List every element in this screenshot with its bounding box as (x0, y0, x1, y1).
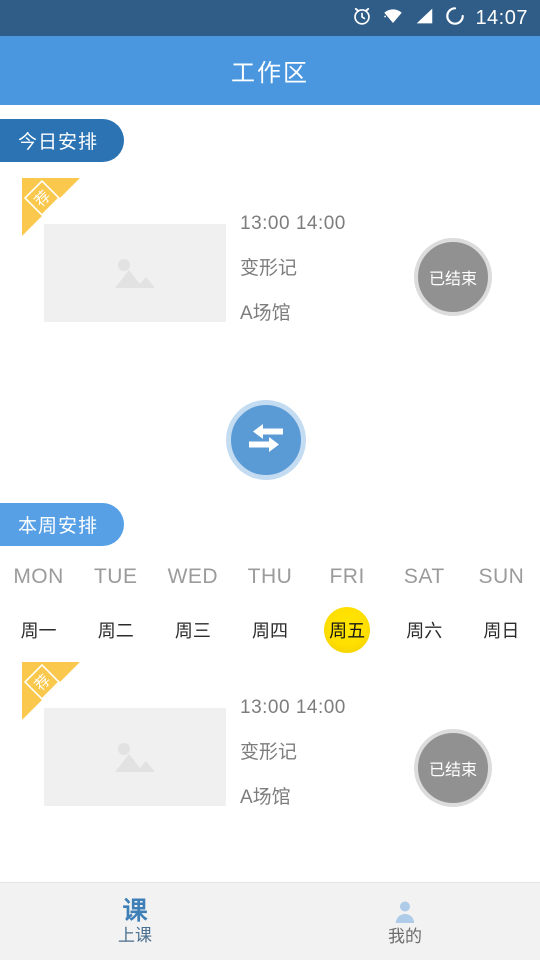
event-title: 变形记 (240, 742, 298, 763)
status-badge-label: 已结束 (428, 762, 477, 779)
weekday-cn-2[interactable]: 周二 (77, 607, 154, 653)
weekday-cn-6[interactable]: 周六 (386, 607, 463, 653)
weekday-en-label: WED (167, 565, 219, 588)
weekday-cn-label[interactable]: 周日 (478, 607, 524, 653)
weekday-cn-label[interactable]: 周四 (247, 607, 293, 653)
weekday-selected[interactable]: 周五 (324, 607, 371, 653)
signal-icon (413, 5, 435, 32)
weekday-cn-label[interactable]: 周三 (170, 607, 216, 653)
event-venue: A场馆 (240, 787, 291, 808)
event-time: 13:00 14:00 (240, 213, 346, 234)
bottom-navigation: 课 上课 我的 (0, 882, 540, 960)
today-event-info: 13:00 14:00 变形记 A场馆 (240, 214, 346, 323)
weekday-en-sun: SUN (463, 565, 540, 589)
section-header-today-label: 今日安排 (18, 132, 99, 153)
sync-icon (444, 5, 466, 32)
event-thumbnail (44, 708, 226, 806)
weekday-cn-5[interactable]: 周五 (309, 607, 386, 653)
weekday-en-label: TUE (93, 565, 138, 588)
today-event-status-badge[interactable]: 已结束 (414, 238, 492, 316)
section-header-week-label: 本周安排 (18, 516, 99, 537)
event-title: 变形记 (240, 258, 298, 279)
weekday-cn-7[interactable]: 周日 (463, 607, 540, 653)
week-event-status-badge[interactable]: 已结束 (414, 729, 492, 807)
weekday-en-sat: SAT (386, 565, 463, 589)
status-bar: 14:07 (0, 0, 540, 36)
status-bar-clock: 14:07 (475, 7, 528, 29)
weekday-cn-1[interactable]: 周一 (0, 607, 77, 653)
person-icon (392, 899, 418, 925)
weekday-en-wed: WED (154, 565, 231, 589)
class-icon: 课 (122, 897, 148, 925)
nav-item-profile[interactable]: 我的 (270, 883, 540, 960)
weekday-row-chinese: 周一 周二 周三 周四 周五 周六 周日 (0, 607, 540, 653)
weekday-row-english: MON TUE WED THU FRI SAT SUN (0, 565, 540, 589)
swap-arrows-icon (245, 421, 287, 460)
app-bar: 工作区 (0, 36, 540, 105)
weekday-en-label: FRI (329, 565, 365, 588)
weekday-en-label: SUN (478, 565, 525, 588)
alarm-icon (351, 5, 373, 32)
weekday-cn-label[interactable]: 周一 (16, 607, 62, 653)
swap-schedule-button[interactable] (226, 400, 306, 480)
wifi-icon (382, 5, 404, 32)
event-venue: A场馆 (240, 303, 291, 324)
weekday-en-label: SAT (403, 565, 445, 588)
nav-item-classes-label: 上课 (118, 926, 152, 945)
weekday-en-mon: MON (0, 565, 77, 589)
page-title: 工作区 (231, 60, 309, 87)
weekday-en-fri: FRI (309, 565, 386, 589)
weekday-en-label: THU (247, 565, 293, 588)
section-header-today: 今日安排 (0, 119, 125, 162)
app-root: 14:07 工作区 今日安排 荐 13:00 14:00 变形记 A场馆 已结束… (0, 0, 540, 960)
weekday-en-label: MON (13, 565, 64, 588)
section-header-week: 本周安排 (0, 503, 125, 546)
weekday-cn-4[interactable]: 周四 (231, 607, 308, 653)
weekday-cn-label[interactable]: 周二 (93, 607, 139, 653)
nav-item-classes[interactable]: 课 上课 (0, 883, 270, 960)
weekday-cn-3[interactable]: 周三 (154, 607, 231, 653)
weekday-en-thu: THU (231, 565, 308, 589)
event-time: 13:00 14:00 (240, 697, 346, 718)
weekday-cn-label[interactable]: 周六 (401, 607, 447, 653)
event-thumbnail (44, 224, 226, 322)
nav-item-profile-label: 我的 (388, 926, 422, 946)
status-badge-label: 已结束 (428, 271, 477, 288)
weekday-en-tue: TUE (77, 565, 154, 589)
week-event-info: 13:00 14:00 变形记 A场馆 (240, 698, 346, 807)
